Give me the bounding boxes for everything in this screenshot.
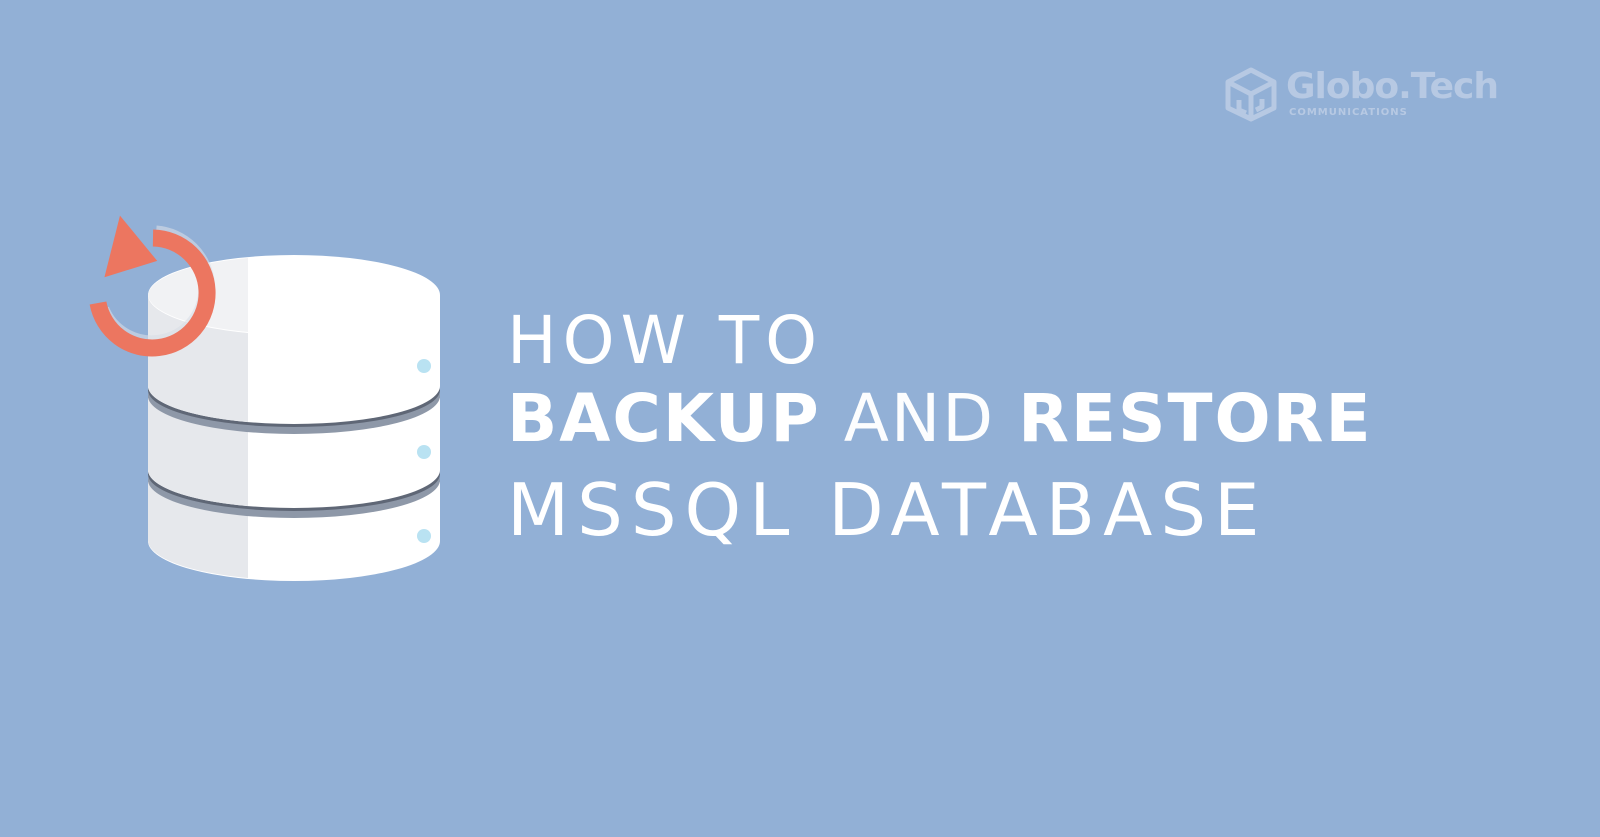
cube-g-logo-icon	[1225, 67, 1277, 122]
banner: Globo.Tech COMMUNICATIONS HOW TO BACKUP …	[0, 0, 1600, 837]
headline-word-restore: RESTORE	[1018, 380, 1373, 457]
headline-line-3: MSSQL DATABASE	[507, 468, 1268, 552]
headline-line-1: HOW TO	[507, 302, 824, 379]
globotech-logo: Globo.Tech COMMUNICATIONS	[1224, 64, 1499, 128]
logo-subtitle: COMMUNICATIONS	[1289, 107, 1408, 118]
status-dot-1	[417, 359, 431, 373]
headline: HOW TO BACKUP AND RESTORE MSSQL DATABASE	[507, 308, 1507, 564]
headline-word-backup: BACKUP	[507, 380, 821, 457]
status-dot-2	[417, 445, 431, 459]
database-restore-icon	[89, 215, 440, 581]
logo-name: Globo.Tech	[1286, 66, 1499, 107]
status-dot-3	[417, 529, 431, 543]
headline-word-and: AND	[843, 380, 996, 457]
headline-line-2: BACKUP AND RESTORE	[507, 386, 1507, 474]
